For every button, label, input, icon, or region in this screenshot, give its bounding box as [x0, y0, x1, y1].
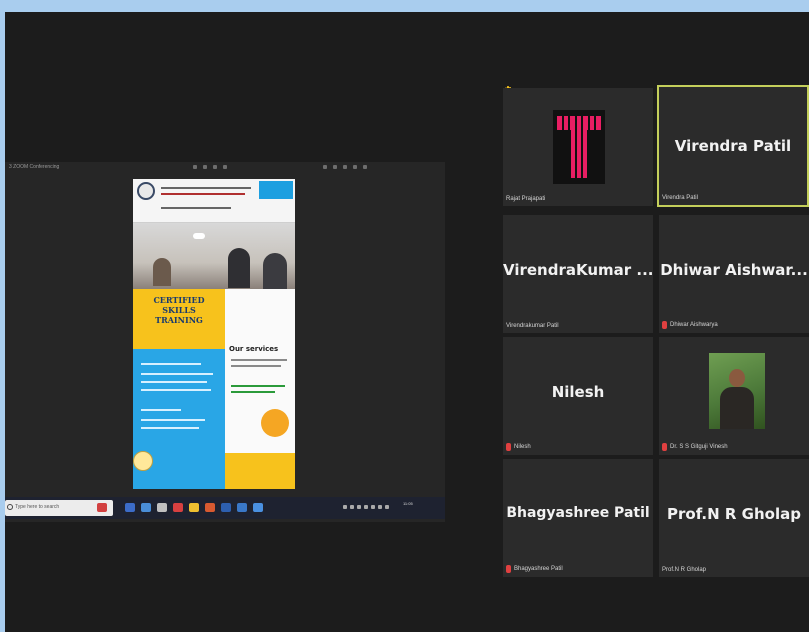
- participant-tile[interactable]: VirendraKumar ... Virendrakumar Patil: [503, 215, 654, 333]
- poster-badge: [259, 181, 293, 199]
- search-icon: [7, 504, 13, 510]
- training-poster: CERTIFIED SKILLS TRAINING Our services: [133, 179, 295, 489]
- participant-photo: [709, 353, 765, 429]
- taskbar-app-icon[interactable]: [157, 503, 167, 512]
- participant-tile[interactable]: Dhiwar Aishwar... Dhiwar Aishwarya: [659, 215, 809, 333]
- bulb-icon: [133, 451, 153, 471]
- participant-label: Dhiwar Aishwarya: [662, 321, 718, 329]
- taskbar-clock: 11:05: [403, 501, 413, 506]
- system-tray-icons: [343, 505, 389, 509]
- participant-display-name: VirendraKumar ...: [503, 261, 654, 279]
- toolbar-icons: [193, 165, 227, 169]
- shared-screen[interactable]: 3 ZOOM Conferencing CERTIFIED SKILLS TRA…: [5, 162, 445, 522]
- mic-off-icon: [662, 443, 667, 451]
- participant-label: Rajat Prajapati: [506, 196, 546, 202]
- participant-label: Bhagyashree Patil: [506, 565, 563, 573]
- participant-label: Dr. S S Gitguji Vinesh: [662, 443, 728, 451]
- participant-tile[interactable]: Bhagyashree Patil Bhagyashree Patil: [503, 459, 653, 577]
- taskbar-app-icon[interactable]: [97, 503, 107, 512]
- taskbar-app-icon[interactable]: [173, 503, 183, 512]
- taskbar-app-icon[interactable]: [237, 503, 247, 512]
- participant-display-name: Nilesh: [551, 383, 605, 401]
- participant-tile[interactable]: Nilesh Nilesh: [503, 337, 653, 455]
- taskbar-search-placeholder: Type here to search: [15, 504, 60, 510]
- poster-header: [133, 179, 295, 223]
- participant-display-name: Prof.N R Gholap: [667, 505, 801, 523]
- participant-tile[interactable]: Prof.N R Gholap Prof.N R Gholap: [659, 459, 809, 577]
- participant-display-name: Virendra Patil: [674, 137, 792, 155]
- taskbar-app-icon[interactable]: [141, 503, 151, 512]
- poster-sun-graphic: [261, 409, 289, 437]
- participant-tile-active-speaker[interactable]: Virendra Patil Virendra Patil: [657, 85, 809, 207]
- poster-photo: [133, 223, 295, 289]
- mic-off-icon: [662, 321, 667, 329]
- participant-label: Nilesh: [506, 443, 531, 451]
- poster-footer: [225, 453, 295, 489]
- mic-off-icon: [506, 565, 511, 573]
- poster-services-heading: Our services: [229, 345, 279, 353]
- poster-title: CERTIFIED SKILLS TRAINING: [153, 295, 205, 325]
- taskbar-app-icon[interactable]: [253, 503, 263, 512]
- shared-window-titlebar: 3 ZOOM Conferencing: [5, 162, 445, 176]
- taskbar-app-icon[interactable]: [125, 503, 135, 512]
- participant-tile[interactable]: Rajat Prajapati: [503, 88, 653, 206]
- participant-label: Prof.N R Gholap: [662, 567, 707, 573]
- poster-title-block: CERTIFIED SKILLS TRAINING: [133, 289, 225, 349]
- windows-taskbar: Type here to search 11:05: [5, 497, 445, 519]
- participant-label: Virendra Patil: [662, 195, 698, 201]
- participant-tile[interactable]: Dr. S S Gitguji Vinesh: [659, 337, 809, 455]
- shared-window-title: 3 ZOOM Conferencing: [9, 164, 60, 170]
- window-control-icons: [323, 165, 367, 169]
- taskbar-app-icon[interactable]: [189, 503, 199, 512]
- mic-off-icon: [506, 443, 511, 451]
- participant-display-name: Bhagyashree Patil: [506, 505, 650, 521]
- participant-display-name: Dhiwar Aishwar...: [660, 261, 808, 279]
- participant-label: Virendrakumar Patil: [506, 323, 559, 329]
- college-logo-icon: [137, 182, 155, 200]
- t-logo-avatar: [553, 110, 605, 184]
- taskbar-app-icon[interactable]: [205, 503, 215, 512]
- taskbar-app-icon[interactable]: [221, 503, 231, 512]
